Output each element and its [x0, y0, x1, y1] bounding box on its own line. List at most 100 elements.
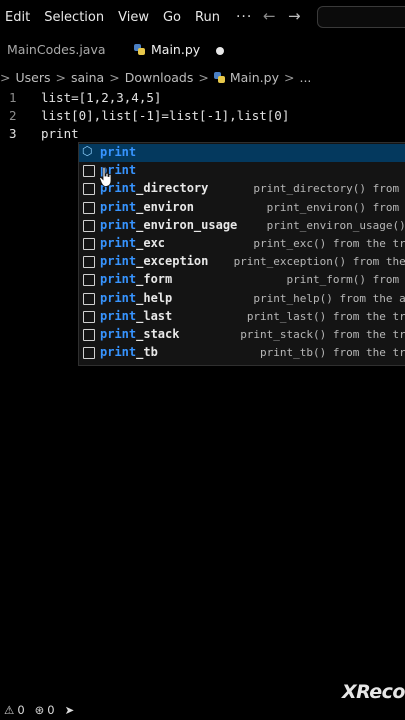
suggestion-label: print_directory: [100, 181, 208, 195]
suggestion-match: print: [100, 290, 137, 305]
square-icon: [83, 219, 95, 232]
suggestion-match: print: [100, 254, 137, 269]
command-center-search[interactable]: [317, 6, 405, 28]
suggestion-label: print_exc: [100, 236, 165, 250]
menu-more-icon[interactable]: ···: [236, 9, 252, 25]
editor-tabs: MainCodes.java Main.py: [0, 38, 405, 64]
suggestion-rest: _last: [136, 308, 173, 323]
suggestion-rest: _exc: [136, 236, 166, 250]
suggestion-rest: _help: [136, 290, 173, 305]
code-text[interactable]: list=[1,2,3,4,5]: [41, 90, 161, 105]
ports-status[interactable]: ⊛ 0: [35, 703, 55, 717]
suggestion-rest: _exception: [136, 254, 209, 269]
suggestion-detail: print_exception() from the t: [233, 255, 405, 269]
status-bar: ⚠ 0 ⊛ 0 ➤: [0, 700, 405, 720]
suggestion-label: print_environ: [100, 200, 194, 214]
suggestion-rest: _environ_usage: [136, 217, 238, 232]
python-file-icon: [134, 44, 145, 55]
breadcrumb: > Users > saina > Downloads > Main.py > …: [0, 68, 311, 86]
tab-main-py[interactable]: Main.py: [134, 42, 200, 57]
suggestion-label: print_help: [100, 291, 172, 305]
menu-selection[interactable]: Selection: [44, 10, 104, 25]
square-icon: [83, 274, 95, 287]
square-icon: [83, 310, 95, 323]
suggestion-rest: _directory: [136, 181, 209, 196]
unsaved-dot-icon[interactable]: [216, 47, 224, 55]
suggestion-detail: print_tb() from the trac: [260, 346, 405, 360]
breadcrumb-users[interactable]: Users: [15, 70, 50, 85]
suggestion-detail: print_directory() from th: [253, 182, 405, 196]
suggestion-detail: print_form() from th: [286, 273, 405, 287]
square-icon: [83, 329, 95, 341]
remote-icon: ➤: [64, 703, 75, 717]
remote-status[interactable]: ➤: [65, 703, 75, 717]
suggestion-label: print_exception: [100, 254, 208, 268]
cube-icon: ⬡: [82, 144, 93, 158]
menu-go[interactable]: Go: [163, 10, 181, 25]
suggestion-item[interactable]: print_exception print_exception() from th…: [79, 253, 405, 271]
watermark: XReco: [341, 681, 405, 703]
suggestion-label: print_stack: [100, 327, 179, 341]
menu-edit[interactable]: Edit: [5, 10, 30, 25]
square-icon: [83, 292, 95, 305]
breadcrumb-main-py[interactable]: Main.py: [213, 69, 279, 85]
chevron-right-icon: >: [198, 69, 209, 85]
breadcrumb-downloads[interactable]: Downloads: [125, 70, 194, 85]
menu-run[interactable]: Run: [195, 10, 220, 25]
breadcrumb-ellipsis[interactable]: ...: [299, 70, 311, 85]
suggestion-item[interactable]: print: [79, 162, 405, 180]
code-line[interactable]: 2 list[0],list[-1]=list[-1],list[0]: [0, 108, 405, 126]
square-icon: [83, 201, 95, 214]
python-file-icon: [213, 71, 225, 83]
suggestion-item[interactable]: print_last print_last() from the trac: [79, 308, 405, 326]
forward-arrow-icon[interactable]: →: [288, 7, 301, 25]
suggestion-match: print: [100, 145, 137, 159]
line-number: 2: [9, 108, 17, 123]
chevron-right-icon: >: [55, 69, 66, 85]
suggestion-label: print_form: [100, 272, 172, 286]
line-number: 3: [9, 126, 17, 141]
menu-view[interactable]: View: [118, 10, 149, 25]
code-line[interactable]: 1 list=[1,2,3,4,5]: [0, 90, 405, 108]
suggestion-match: print: [100, 308, 137, 323]
square-icon: [83, 238, 95, 250]
breadcrumb-file-label: Main.py: [229, 69, 279, 85]
square-icon: [83, 165, 95, 178]
suggestion-label: print_environ_usage: [100, 218, 237, 232]
suggestion-rest: _form: [136, 272, 173, 287]
suggestion-item[interactable]: ⬡ print: [79, 144, 405, 163]
suggestion-match: print: [100, 327, 137, 341]
code-text[interactable]: print: [41, 126, 79, 141]
tab-maincodes-java[interactable]: MainCodes.java: [7, 42, 106, 57]
suggestion-item[interactable]: print_stack print_stack() from the trac: [79, 326, 405, 344]
suggestion-item[interactable]: print_help print_help() from the arg: [79, 290, 405, 308]
suggestion-rest: _tb: [136, 345, 158, 360]
suggestion-detail: print_environ_usage() f: [266, 218, 405, 232]
code-text[interactable]: list[0],list[-1]=list[-1],list[0]: [41, 108, 289, 123]
suggestion-label: print_tb: [100, 345, 158, 359]
chevron-right-icon: >: [109, 69, 120, 85]
suggestion-match: print: [100, 217, 137, 232]
back-arrow-icon[interactable]: ←: [263, 7, 276, 25]
square-icon: [83, 183, 95, 196]
suggestion-item[interactable]: print_tb print_tb() from the trac: [79, 344, 405, 362]
suggestion-detail: print_exc() from the trac: [253, 237, 405, 250]
problems-count: 0: [17, 703, 25, 717]
broadcast-icon: ⊛: [34, 703, 45, 717]
suggestion-label: print: [100, 145, 136, 159]
suggestion-match: print: [100, 199, 137, 214]
suggestion-detail: print_help() from the arg: [253, 291, 405, 305]
breadcrumb-saina[interactable]: saina: [71, 70, 104, 85]
suggestion-match: print: [100, 236, 137, 250]
warning-icon: ⚠: [4, 703, 15, 717]
suggestion-item[interactable]: print_exc print_exc() from the trac: [79, 235, 405, 253]
suggestion-item[interactable]: print_environ_usage print_environ_usage()…: [79, 217, 405, 235]
suggestion-detail: print_last() from the trac: [246, 309, 405, 323]
suggestion-item[interactable]: print_form print_form() from th: [79, 271, 405, 289]
suggestion-item[interactable]: print_directory print_directory() from th: [79, 180, 405, 198]
suggestion-item[interactable]: print_environ print_environ() from th: [79, 199, 405, 217]
problems-status[interactable]: ⚠ 0: [4, 703, 25, 717]
line-number: 1: [9, 90, 17, 105]
suggestion-match: print: [100, 272, 137, 287]
square-icon: [83, 256, 95, 269]
